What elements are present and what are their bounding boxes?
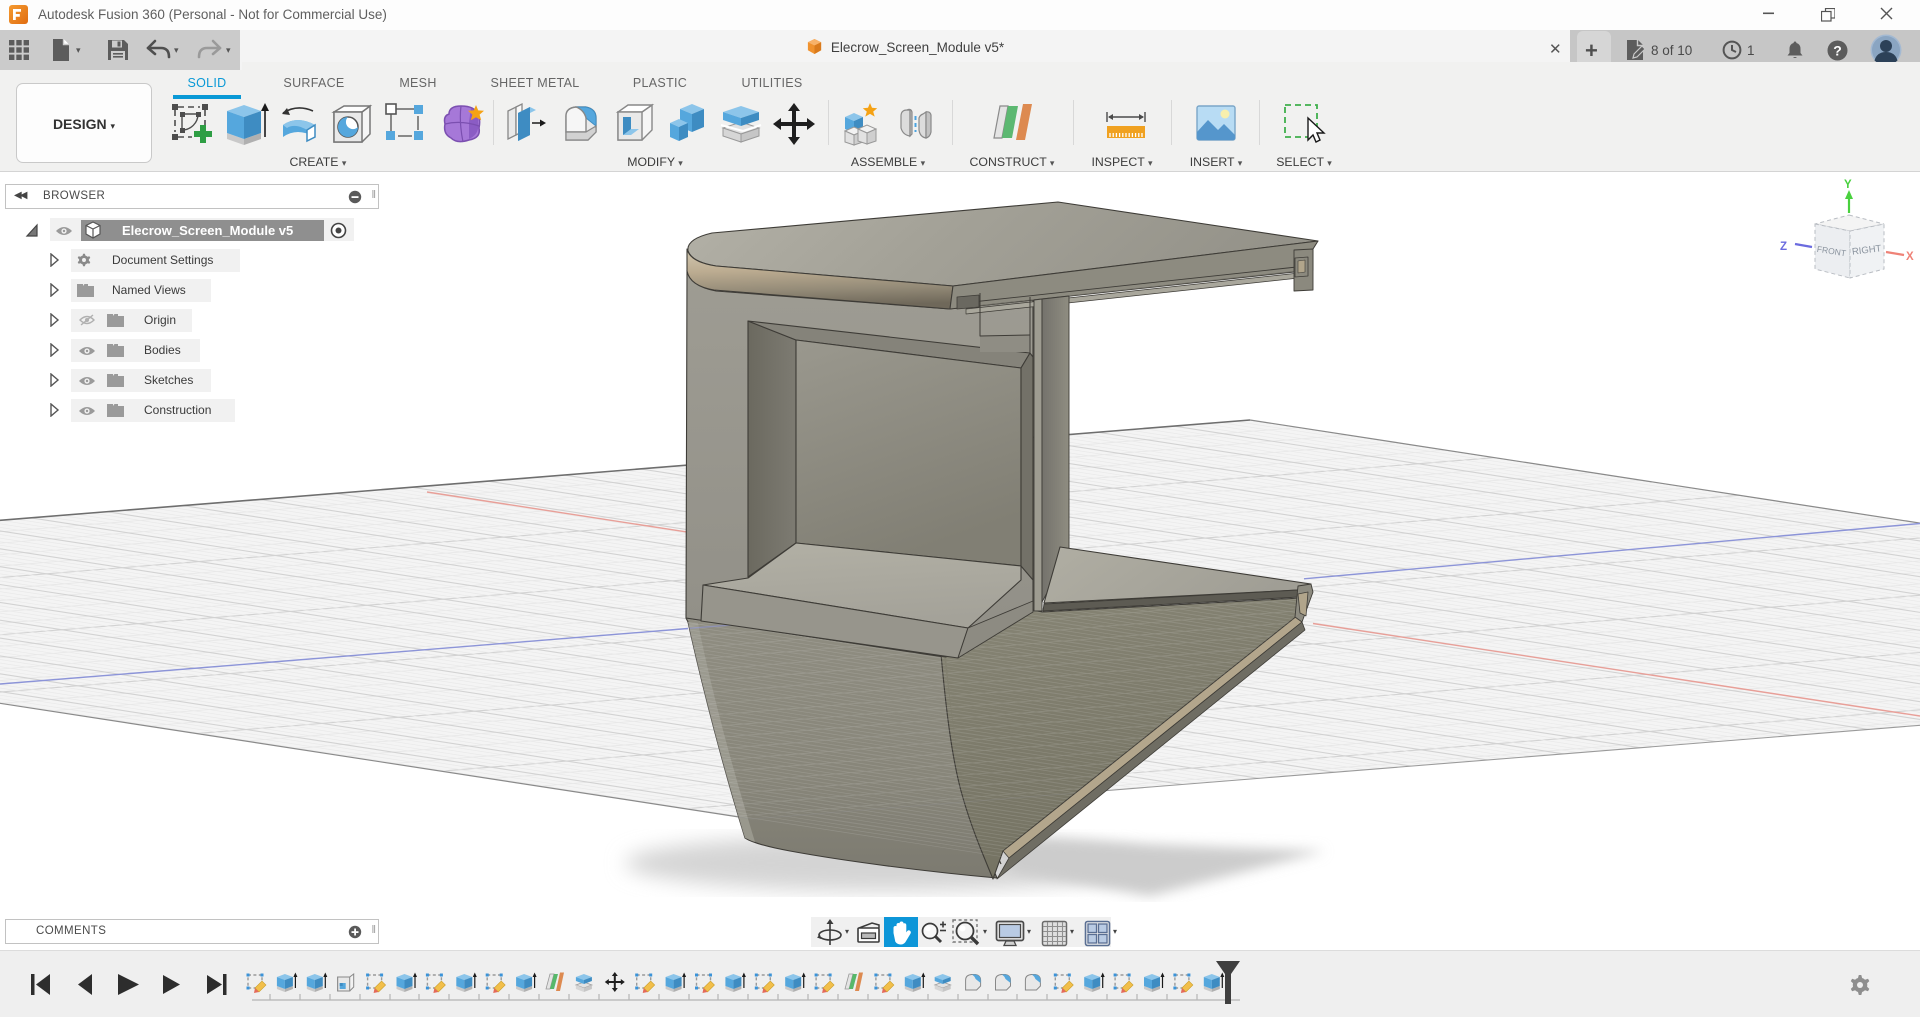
svg-text:?: ? bbox=[1833, 43, 1842, 59]
svg-text:X: X bbox=[1906, 251, 1914, 263]
svg-text:Y: Y bbox=[1844, 179, 1852, 191]
svg-text:Z: Z bbox=[1780, 241, 1787, 253]
